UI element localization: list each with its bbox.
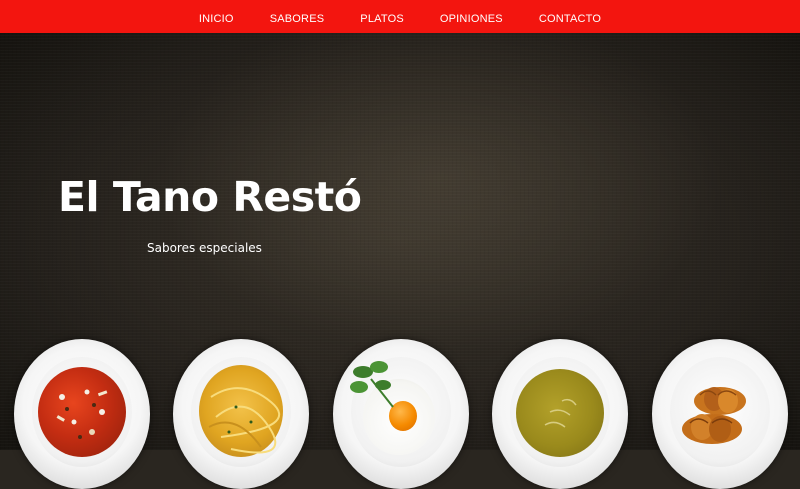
soup-garnish-icon — [56, 389, 108, 439]
parsley-garnish-icon — [350, 361, 394, 408]
nav-link-contacto[interactable]: CONTACTO — [521, 13, 619, 25]
top-navigation-bar: INICIO SABORES PLATOS OPINIONES CONTACTO — [0, 0, 800, 33]
hero-title: El Tano Restó — [58, 173, 362, 221]
cream-soup-plate-image — [492, 339, 628, 489]
nav-link-platos[interactable]: PLATOS — [342, 13, 422, 25]
nav-menu: INICIO SABORES PLATOS OPINIONES CONTACTO — [181, 7, 619, 26]
hero-subtitle: Sabores especiales — [147, 241, 262, 255]
soup-swirl-icon — [544, 398, 577, 428]
spaghetti-strands-icon — [208, 387, 281, 454]
soup-plate-image — [14, 339, 150, 489]
nav-link-sabores[interactable]: SABORES — [252, 13, 343, 25]
nav-link-opiniones[interactable]: OPINIONES — [422, 13, 521, 25]
spaghetti-plate-image — [173, 339, 309, 489]
croissant-plate-image — [652, 339, 788, 489]
fried-egg-plate-image — [333, 339, 469, 489]
nav-link-inicio[interactable]: INICIO — [181, 13, 252, 25]
hero-section: El Tano Restó Sabores especiales — [0, 33, 800, 489]
croissants-icon — [682, 387, 746, 444]
